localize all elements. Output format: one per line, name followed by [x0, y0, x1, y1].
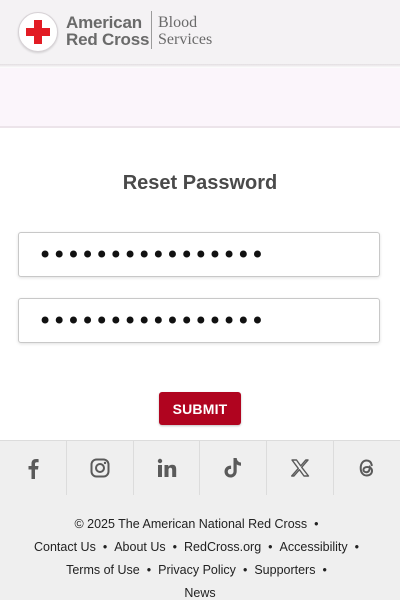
instagram-icon: [90, 458, 110, 478]
accessibility-link[interactable]: Accessibility: [280, 540, 348, 554]
separator: •: [314, 517, 319, 531]
about-us-link[interactable]: About Us: [114, 540, 165, 554]
blood-services-label: Blood Services: [158, 14, 212, 48]
separator: •: [146, 563, 152, 577]
brand-name: American Red Cross: [66, 14, 149, 48]
supporters-link[interactable]: Supporters: [254, 563, 315, 577]
x-icon: [291, 459, 310, 477]
instagram-link[interactable]: [67, 441, 134, 495]
facebook-link[interactable]: [0, 441, 67, 495]
separator: •: [102, 540, 108, 554]
separator: •: [354, 540, 360, 554]
services-line-2: Services: [158, 31, 213, 48]
footer-line-1: © 2025 The American National Red Cross •: [0, 517, 400, 531]
tiktok-icon: [224, 458, 242, 478]
red-cross-icon: [18, 12, 58, 52]
separator: •: [268, 540, 273, 554]
hero-band: [0, 68, 400, 128]
contact-us-link[interactable]: Contact Us: [34, 540, 96, 554]
site-footer: © 2025 The American National Red Cross • …: [0, 495, 400, 600]
copyright-text: © 2025 The American National Red Cross: [74, 517, 308, 531]
threads-icon: [359, 459, 374, 477]
social-bar: [0, 440, 400, 496]
footer-line-3: Terms of Use • Privacy Policy • Supporters •: [0, 563, 400, 577]
submit-button[interactable]: SUBMIT: [159, 392, 241, 425]
footer-line-4: News: [0, 586, 400, 600]
linkedin-link[interactable]: [134, 441, 201, 495]
terms-of-use-link[interactable]: Terms of Use: [66, 563, 140, 577]
redcross-org-link[interactable]: RedCross.org: [184, 540, 261, 554]
new-password-field[interactable]: [18, 232, 380, 277]
brand-line-2: Red Cross: [66, 30, 150, 49]
services-line-1: Blood: [158, 14, 198, 31]
tiktok-link[interactable]: [200, 441, 268, 495]
logo-divider: [151, 11, 152, 49]
separator: •: [172, 540, 178, 554]
facebook-icon: [28, 459, 39, 479]
x-link[interactable]: [267, 441, 335, 495]
privacy-policy-link[interactable]: Privacy Policy: [158, 563, 236, 577]
separator: •: [242, 563, 248, 577]
page-title: Reset Password: [122, 172, 278, 194]
red-cross-logo[interactable]: American Red Cross Blood Services: [18, 11, 238, 53]
footer-line-2: Contact Us • About Us • RedCross.org • Accessi…: [0, 540, 400, 554]
linkedin-icon: [157, 458, 176, 477]
confirm-password-field[interactable]: [18, 298, 380, 343]
news-link[interactable]: News: [184, 586, 215, 600]
separator: •: [322, 563, 327, 577]
new-password-input[interactable]: [19, 233, 379, 276]
site-header: American Red Cross Blood Services: [0, 0, 400, 64]
confirm-password-input[interactable]: [19, 299, 379, 342]
threads-link[interactable]: [334, 441, 400, 495]
